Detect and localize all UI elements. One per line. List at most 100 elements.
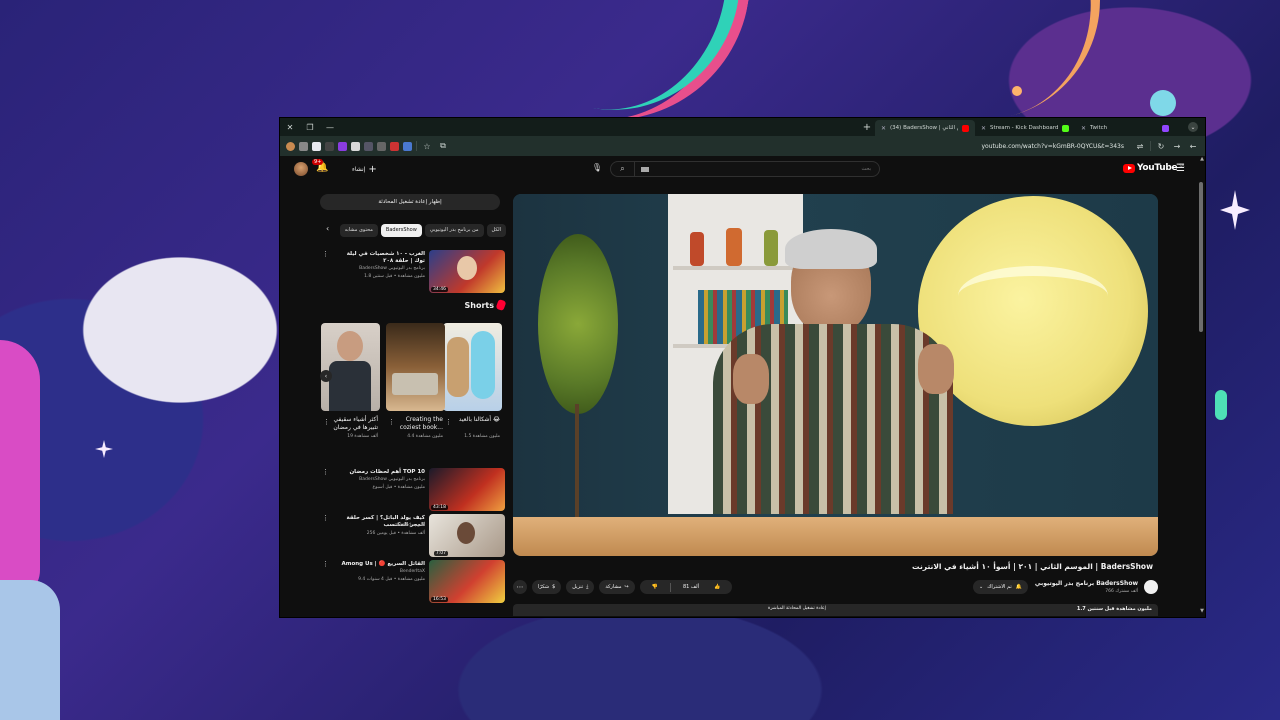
shorts-previous-button[interactable]: ‹	[320, 370, 332, 382]
tab-kick[interactable]: ✕ Stream - Kick Dashboard	[975, 120, 1075, 136]
youtube-page: 🔔 9+ إنشاء + 🎙 ⌕ بحث YouTube SA ☰ إظهار …	[280, 156, 1205, 617]
download-button[interactable]: تنزيل ⤓	[566, 580, 595, 594]
like-dislike-group: 👎 81 ألف 👍	[639, 580, 733, 594]
short-thumbnail[interactable]	[386, 323, 445, 411]
avatar-shirt	[0, 580, 60, 720]
more-options-icon[interactable]: ⋮	[388, 418, 395, 426]
short-card[interactable]: أشكالنا بالعيد 😂 1.5 مليون مشاهدة ⋮	[443, 323, 502, 439]
close-window-icon[interactable]: ✕	[280, 118, 300, 136]
search-button[interactable]: ⌕	[611, 162, 635, 176]
description-box[interactable]: 1.7 مليون مشاهدة قبل سنتين إعادة تشغيل ا…	[513, 604, 1158, 616]
extension-icon[interactable]	[325, 141, 334, 151]
plus-icon: +	[368, 163, 377, 175]
extension-icon[interactable]	[377, 141, 386, 151]
channel-avatar[interactable]	[1144, 580, 1158, 594]
more-options-icon[interactable]: ⋮	[322, 250, 329, 258]
account-avatar[interactable]	[294, 162, 308, 176]
search-input[interactable]: بحث	[649, 166, 879, 172]
extension-icon[interactable]	[351, 141, 360, 151]
new-tab-button[interactable]: +	[859, 118, 875, 136]
bell-icon: 🔔	[1015, 584, 1022, 590]
page-scrollbar[interactable]	[1199, 182, 1203, 332]
notifications-bell-icon[interactable]: 🔔 9+	[312, 159, 330, 176]
open-in-app-icon[interactable]: ⧉	[437, 141, 449, 151]
more-options-icon[interactable]: ⋮	[322, 560, 329, 568]
video-channel[interactable]: BadersShow برنامج بدر اليوتيوبي	[335, 266, 425, 271]
cartoon-figure	[447, 337, 469, 397]
close-tab-icon[interactable]: ✕	[981, 125, 986, 132]
extension-icon[interactable]	[390, 141, 399, 151]
chip-similar[interactable]: محتوى مشابه	[339, 223, 378, 237]
chip-badersshow[interactable]: BadersShow	[380, 223, 422, 237]
thanks-button[interactable]: شكرًا $	[532, 580, 562, 594]
more-options-icon[interactable]: ⋮	[323, 418, 330, 426]
minimize-window-icon[interactable]: —	[320, 118, 340, 136]
close-tab-icon[interactable]: ✕	[881, 125, 886, 132]
list-item[interactable]: 16:53 Among Us | 🔴 القاتل السريع BenderI…	[320, 560, 505, 604]
short-thumbnail[interactable]	[443, 323, 502, 411]
short-card[interactable]: أكثر أشياء سقيفي تثبيرها في رمضان 19 ألف…	[321, 323, 380, 439]
show-chat-replay-button[interactable]: إظهار إعادة تشغيل المحادثة	[320, 194, 500, 210]
more-options-icon[interactable]: ⋮	[322, 468, 329, 476]
video-title[interactable]: الغرب - ١٠ شخصيات في ليلة توك | حلقة ٢٠٨	[335, 251, 425, 265]
hamburger-menu-icon[interactable]: ☰	[1176, 163, 1185, 174]
channel-name[interactable]: برنامج بدر اليوتيوبي BadersShow	[1035, 580, 1138, 587]
short-thumbnail[interactable]	[321, 323, 380, 411]
youtube-logo[interactable]: YouTube SA	[1123, 163, 1184, 173]
address-bar[interactable]: youtube.com/watch?v=kGmBR-0QYCU&t=343s	[453, 139, 1130, 153]
logo-calligraphy	[958, 266, 1108, 326]
video-channel[interactable]: BadersShow برنامج بدر اليوتيوبي	[335, 477, 425, 482]
extension-icon[interactable]	[403, 141, 412, 151]
list-item[interactable]: 34:46 الغرب - ١٠ شخصيات في ليلة توك | حل…	[320, 250, 505, 294]
shorts-icon	[495, 298, 507, 312]
scroll-up-icon[interactable]: ▲	[1200, 156, 1204, 162]
tab-search-button[interactable]: ⌄	[1181, 118, 1205, 136]
scroll-down-icon[interactable]: ▼	[1200, 608, 1204, 614]
dislike-button[interactable]: 👎	[640, 584, 670, 590]
chip-from-channel[interactable]: من برنامج بدر اليوتيوبي	[424, 223, 484, 237]
thumbnail-face	[457, 256, 477, 280]
keyboard-icon[interactable]	[641, 166, 649, 172]
profile-avatar[interactable]	[286, 141, 295, 151]
video-channel[interactable]: Aswad - أسود	[335, 523, 425, 528]
figurine	[764, 230, 778, 266]
reload-icon[interactable]: ↻	[1155, 142, 1167, 151]
shield-icon[interactable]	[312, 141, 321, 151]
search-box[interactable]: ⌕ بحث	[610, 161, 880, 177]
video-player[interactable]	[513, 194, 1158, 556]
thumbs-down-icon: 👎	[651, 584, 658, 590]
extension-icon[interactable]	[338, 141, 347, 151]
video-duration: 43:18	[431, 505, 448, 510]
extension-icon[interactable]	[364, 141, 373, 151]
thumbnail-shirt	[329, 361, 371, 411]
extension-icon[interactable]	[299, 141, 308, 151]
create-button[interactable]: إنشاء +	[346, 162, 383, 176]
like-button[interactable]: 81 ألف 👍	[671, 584, 732, 590]
tab-twitch[interactable]: ✕ Twitch	[1075, 120, 1175, 136]
site-settings-icon[interactable]: ⇌	[1134, 142, 1146, 151]
back-icon[interactable]: ←	[1187, 142, 1199, 151]
vtuber-avatar	[0, 340, 60, 720]
subscribed-button[interactable]: ⌄ تم الاشتراك 🔔	[973, 580, 1028, 594]
video-title[interactable]: أهم لحظات رمضان TOP 10	[335, 469, 425, 476]
short-card[interactable]: Creating the coziest book... 4.4 مليون م…	[386, 323, 445, 439]
chip-all[interactable]: الكل	[486, 223, 506, 237]
video-duration: 16:53	[431, 597, 448, 602]
more-options-icon[interactable]: ⋮	[445, 418, 452, 426]
bookmark-star-icon[interactable]: ☆	[421, 142, 433, 151]
forward-icon[interactable]: →	[1171, 142, 1183, 151]
list-item[interactable]: 7:07 كيف يولد الباتل؟ | كسر حلقة المجر ا…	[320, 514, 505, 558]
thumbnail-face	[457, 522, 475, 544]
list-item[interactable]: 43:18 أهم لحظات رمضان TOP 10 BadersShow …	[320, 468, 505, 512]
presenter-hair	[785, 229, 877, 269]
video-channel[interactable]: BenderItaX	[335, 569, 425, 574]
close-tab-icon[interactable]: ✕	[1081, 125, 1086, 132]
more-actions-button[interactable]: ⋯	[513, 580, 527, 594]
more-options-icon[interactable]: ⋮	[322, 514, 329, 522]
tab-youtube[interactable]: ✕ (34) BadersShow | الموسم الثاني	[875, 120, 975, 136]
restore-window-icon[interactable]: ❐	[300, 118, 320, 136]
video-title[interactable]: Among Us | 🔴 القاتل السريع	[335, 561, 425, 568]
presenter-shirt	[713, 324, 953, 514]
share-button[interactable]: مشاركة ↪	[599, 580, 635, 594]
microphone-icon[interactable]: 🎙	[591, 163, 603, 175]
